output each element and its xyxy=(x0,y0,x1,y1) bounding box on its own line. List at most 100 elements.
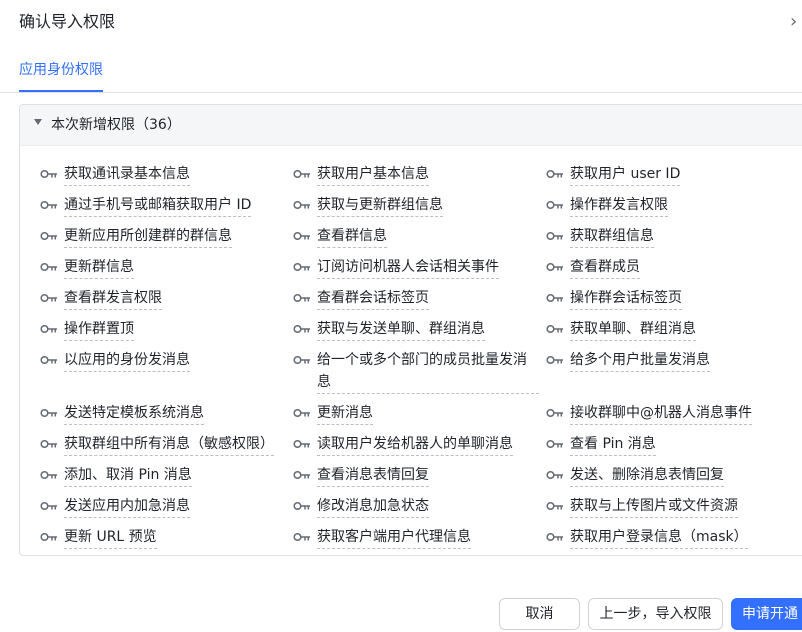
permission-item: 给多个用户批量发消息 xyxy=(546,349,799,394)
key-icon xyxy=(40,194,58,216)
caret-down-icon[interactable] xyxy=(34,119,42,125)
permission-item: 查看群会话标签页 xyxy=(293,287,546,310)
key-icon xyxy=(40,464,58,486)
permission-label[interactable]: 获取与更新群组信息 xyxy=(317,194,443,217)
permission-label[interactable]: 查看群成员 xyxy=(570,256,640,279)
close-icon[interactable]: › xyxy=(790,12,802,32)
panel-header[interactable]: 本次新增权限（36） xyxy=(20,105,802,146)
permission-label[interactable]: 更新消息 xyxy=(317,402,373,425)
permission-item: 获取用户基本信息 xyxy=(293,163,546,186)
permission-item: 更新群信息 xyxy=(40,256,293,279)
key-icon xyxy=(40,163,58,185)
permission-label[interactable]: 更新应用所创建群的群信息 xyxy=(64,225,232,248)
permission-label[interactable]: 发送特定模板系统消息 xyxy=(64,402,204,425)
permission-item: 操作群会话标签页 xyxy=(546,287,799,310)
cancel-button[interactable]: 取消 xyxy=(499,598,580,630)
permission-item: 查看群发言权限 xyxy=(40,287,293,310)
dialog-title: 确认导入权限 xyxy=(19,12,116,31)
permission-label[interactable]: 发送应用内加急消息 xyxy=(64,495,190,518)
import-permissions-dialog: 确认导入权限 › 应用身份权限 本次新增权限（36） 获取通讯录基本信息获取用户… xyxy=(0,0,802,632)
permission-label[interactable]: 订阅访问机器人会话相关事件 xyxy=(317,256,499,279)
permission-label[interactable]: 获取与发送单聊、群组消息 xyxy=(317,318,485,341)
permission-label[interactable]: 获取用户基本信息 xyxy=(317,163,429,186)
key-icon xyxy=(293,433,311,455)
permission-label[interactable]: 获取客户端用户代理信息 xyxy=(317,526,471,549)
permission-item: 发送、删除消息表情回复 xyxy=(546,464,799,487)
permission-item: 添加、取消 Pin 消息 xyxy=(40,464,293,487)
permission-item: 以应用的身份发消息 xyxy=(40,349,293,394)
permission-label[interactable]: 操作群发言权限 xyxy=(570,194,668,217)
apply-button[interactable]: 申请开通 xyxy=(731,598,802,630)
panel-title: 本次新增权限（36） xyxy=(51,117,181,133)
permission-item: 读取用户发给机器人的单聊消息 xyxy=(293,433,546,456)
permission-item: 查看 Pin 消息 xyxy=(546,433,799,456)
permission-label[interactable]: 以应用的身份发消息 xyxy=(64,349,190,372)
permission-label[interactable]: 获取用户 user ID xyxy=(570,163,681,186)
permission-label[interactable]: 接收群聊中@机器人消息事件 xyxy=(570,402,752,425)
tab-bar: 应用身份权限 xyxy=(0,52,802,93)
permission-item: 获取用户登录信息（mask） xyxy=(546,526,799,549)
permission-item: 获取群组中所有消息（敏感权限） xyxy=(40,433,293,456)
key-icon xyxy=(40,402,58,424)
key-icon xyxy=(40,287,58,309)
permission-label[interactable]: 给一个或多个部门的成员批量发消息 xyxy=(317,349,539,394)
permission-label[interactable]: 获取群组中所有消息（敏感权限） xyxy=(64,433,274,456)
permission-label[interactable]: 查看群会话标签页 xyxy=(317,287,429,310)
key-icon xyxy=(546,464,564,486)
tab-app-identity-permissions[interactable]: 应用身份权限 xyxy=(19,60,103,92)
key-icon xyxy=(546,256,564,278)
permission-item: 发送特定模板系统消息 xyxy=(40,402,293,425)
permission-label[interactable]: 修改消息加急状态 xyxy=(317,495,429,518)
permission-item: 获取与更新群组信息 xyxy=(293,194,546,217)
permission-item: 更新消息 xyxy=(293,402,546,425)
permission-list: 获取通讯录基本信息 获取用户基本信息 获取用户 user ID 通过手机号或邮箱获取用… xyxy=(40,163,800,549)
permission-item: 修改消息加急状态 xyxy=(293,495,546,518)
permission-panel: 本次新增权限（36） 获取通讯录基本信息 获取用户基本信息 获取用户 user ID… xyxy=(19,104,802,556)
permission-label[interactable]: 更新群信息 xyxy=(64,256,134,279)
key-icon xyxy=(293,163,311,185)
permission-label[interactable]: 查看群信息 xyxy=(317,225,387,248)
permission-label[interactable]: 操作群置顶 xyxy=(64,318,134,341)
key-icon xyxy=(546,495,564,517)
permission-label[interactable]: 操作群会话标签页 xyxy=(570,287,682,310)
permission-item: 给一个或多个部门的成员批量发消息 xyxy=(293,349,546,394)
key-icon xyxy=(546,318,564,340)
key-icon xyxy=(546,163,564,185)
permission-label[interactable]: 查看消息表情回复 xyxy=(317,464,429,487)
key-icon xyxy=(293,402,311,424)
permission-label[interactable]: 更新 URL 预览 xyxy=(64,526,157,549)
key-icon xyxy=(40,495,58,517)
permission-item: 查看群信息 xyxy=(293,225,546,248)
permission-item: 更新应用所创建群的群信息 xyxy=(40,225,293,248)
key-icon xyxy=(546,194,564,216)
key-icon xyxy=(293,495,311,517)
key-icon xyxy=(293,287,311,309)
key-icon xyxy=(293,318,311,340)
key-icon xyxy=(40,318,58,340)
permission-item: 发送应用内加急消息 xyxy=(40,495,293,518)
permission-label[interactable]: 获取与上传图片或文件资源 xyxy=(570,495,738,518)
permission-label[interactable]: 获取用户登录信息（mask） xyxy=(570,526,748,549)
permission-label[interactable]: 发送、删除消息表情回复 xyxy=(570,464,724,487)
permission-item: 操作群置顶 xyxy=(40,318,293,341)
key-icon xyxy=(40,256,58,278)
key-icon xyxy=(40,349,58,371)
permission-label[interactable]: 给多个用户批量发消息 xyxy=(570,349,710,372)
permission-label[interactable]: 通过手机号或邮箱获取用户 ID xyxy=(64,194,252,217)
permission-item: 订阅访问机器人会话相关事件 xyxy=(293,256,546,279)
permission-item: 获取客户端用户代理信息 xyxy=(293,526,546,549)
permission-label[interactable]: 获取群组信息 xyxy=(570,225,654,248)
permission-label[interactable]: 读取用户发给机器人的单聊消息 xyxy=(317,433,513,456)
permission-label[interactable]: 获取单聊、群组消息 xyxy=(570,318,696,341)
permission-label[interactable]: 获取通讯录基本信息 xyxy=(64,163,190,186)
permission-item: 更新 URL 预览 xyxy=(40,526,293,549)
permission-label[interactable]: 查看 Pin 消息 xyxy=(570,433,656,456)
key-icon xyxy=(546,402,564,424)
previous-step-button[interactable]: 上一步，导入权限 xyxy=(588,598,723,630)
permission-item: 操作群发言权限 xyxy=(546,194,799,217)
key-icon xyxy=(40,433,58,455)
permission-label[interactable]: 查看群发言权限 xyxy=(64,287,162,310)
permission-item: 获取单聊、群组消息 xyxy=(546,318,799,341)
permission-label[interactable]: 添加、取消 Pin 消息 xyxy=(64,464,192,487)
permission-item: 获取通讯录基本信息 xyxy=(40,163,293,186)
